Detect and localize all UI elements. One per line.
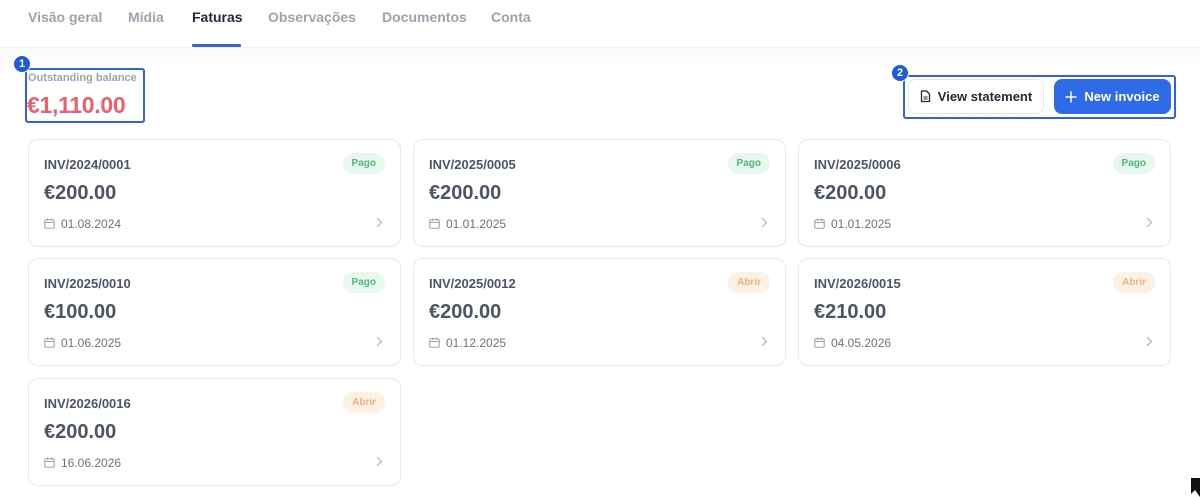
calendar-icon: [44, 457, 55, 468]
calendar-icon: [429, 337, 440, 348]
tab-documents[interactable]: Documentos: [382, 9, 467, 25]
calendar-icon: [44, 337, 55, 348]
tab-account[interactable]: Conta: [491, 9, 531, 25]
invoice-date: 01.06.2025: [61, 336, 122, 350]
calendar-icon: [44, 218, 55, 229]
chevron-right-icon: [376, 336, 383, 347]
invoice-card[interactable]: INV/2025/0006 Pago €200.00 01.01.2025: [798, 139, 1171, 247]
invoice-card[interactable]: INV/2025/0010 Pago €100.00 01.06.2025: [28, 258, 401, 366]
invoice-amount: €200.00: [44, 421, 117, 443]
annotation-box-1: [25, 68, 145, 123]
invoice-card[interactable]: INV/2026/0015 Abrir €210.00 04.05.2026: [798, 258, 1171, 366]
chevron-right-icon: [1146, 336, 1153, 347]
invoice-date: 01.12.2025: [446, 336, 507, 350]
annotation-marker-1: 1: [13, 55, 31, 73]
invoice-date: 01.08.2024: [61, 217, 122, 231]
chevron-right-icon: [376, 217, 383, 228]
tab-invoices[interactable]: Faturas: [192, 9, 243, 25]
invoice-number: INV/2025/0012: [429, 276, 516, 291]
status-badge: Pago: [1112, 153, 1155, 174]
status-badge: Abrir: [1113, 272, 1155, 293]
chevron-right-icon: [761, 336, 768, 347]
invoice-amount: €200.00: [44, 182, 117, 204]
invoice-amount: €200.00: [429, 182, 502, 204]
invoice-card[interactable]: INV/2025/0005 Pago €200.00 01.01.2025: [413, 139, 786, 247]
invoice-amount: €200.00: [429, 301, 502, 323]
invoice-number: INV/2025/0010: [44, 276, 131, 291]
invoice-date: 16.06.2026: [61, 456, 122, 470]
active-tab-indicator: [192, 44, 241, 47]
status-badge: Abrir: [343, 392, 385, 413]
annotation-box-2: [903, 75, 1176, 119]
status-badge: Pago: [342, 272, 385, 293]
invoice-number: INV/2025/0006: [814, 157, 901, 172]
invoice-card[interactable]: INV/2024/0001 Pago €200.00 01.08.2024: [28, 139, 401, 247]
calendar-icon: [814, 218, 825, 229]
annotation-marker-2: 2: [891, 64, 909, 82]
status-badge: Pago: [342, 153, 385, 174]
status-badge: Abrir: [728, 272, 770, 293]
invoice-date: 04.05.2026: [831, 336, 892, 350]
calendar-icon: [814, 337, 825, 348]
invoice-card[interactable]: INV/2026/0016 Abrir €200.00 16.06.2026: [28, 378, 401, 486]
invoice-number: INV/2026/0015: [814, 276, 901, 291]
invoice-number: INV/2024/0001: [44, 157, 131, 172]
tab-overview[interactable]: Visão geral: [28, 9, 102, 25]
chevron-right-icon: [1146, 217, 1153, 228]
invoice-amount: €210.00: [814, 301, 887, 323]
invoice-date: 01.01.2025: [446, 217, 507, 231]
invoice-number: INV/2026/0016: [44, 396, 131, 411]
tab-media[interactable]: Mídia: [128, 9, 164, 25]
chevron-right-icon: [376, 456, 383, 467]
invoice-amount: €100.00: [44, 301, 117, 323]
calendar-icon: [429, 218, 440, 229]
invoice-amount: €200.00: [814, 182, 887, 204]
invoice-number: INV/2025/0005: [429, 157, 516, 172]
tab-notes[interactable]: Observações: [268, 9, 356, 25]
invoice-card[interactable]: INV/2025/0012 Abrir €200.00 01.12.2025: [413, 258, 786, 366]
tab-bar-shadow: [0, 48, 1200, 72]
tab-bar: Visão geral Mídia Faturas Observações Do…: [0, 0, 1200, 48]
status-badge: Pago: [727, 153, 770, 174]
chevron-right-icon: [761, 217, 768, 228]
invoice-date: 01.01.2025: [831, 217, 892, 231]
mouse-cursor-icon: [1191, 478, 1200, 497]
